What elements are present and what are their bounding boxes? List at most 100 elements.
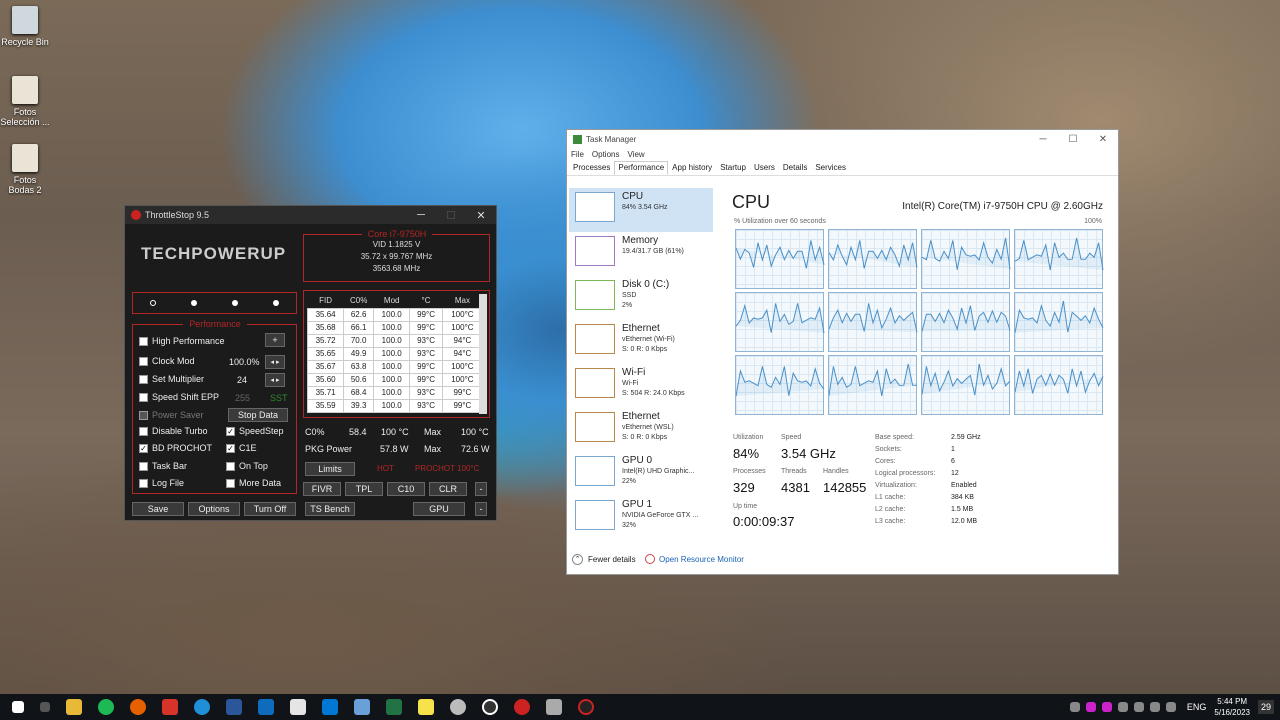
menu-file[interactable]: File: [571, 150, 584, 159]
spotify-icon[interactable]: [98, 699, 114, 715]
speedstep-checkbox[interactable]: ✓ SpeedStep: [226, 426, 284, 436]
language-indicator[interactable]: ENG: [1187, 702, 1207, 712]
profile-radio-4[interactable]: [272, 300, 279, 306]
tab-services[interactable]: Services: [811, 161, 850, 175]
edge-icon[interactable]: [194, 699, 210, 715]
table-scrollbar[interactable]: [479, 294, 487, 414]
profile-radio-1[interactable]: [150, 300, 157, 306]
minimize-icon[interactable]: ─: [406, 209, 436, 222]
bd-prochot-checkbox[interactable]: ✓ BD PROCHOT: [139, 443, 212, 453]
fivr-button[interactable]: FIVR: [303, 482, 341, 496]
fotos-bodas-icon[interactable]: Fotos Bodas 2: [0, 144, 50, 195]
vivaldi-icon[interactable]: [162, 699, 178, 715]
windows-start-icon[interactable]: [12, 701, 24, 713]
gpu-button[interactable]: GPU: [413, 502, 465, 516]
multiplier-spinner[interactable]: ◂ ▸: [265, 373, 285, 387]
turn-off-button[interactable]: Turn Off: [244, 502, 296, 516]
tray-icon[interactable]: [1069, 702, 1080, 712]
task-view-icon[interactable]: [40, 702, 50, 712]
plus-button[interactable]: +: [265, 333, 285, 347]
wifi-icon[interactable]: [1133, 702, 1144, 712]
fotos-seleccion-icon[interactable]: Fotos Selección ...: [0, 76, 50, 127]
task-bar-checkbox[interactable]: Task Bar: [139, 461, 187, 471]
clock-mod-spinner[interactable]: ◂ ▸: [265, 355, 285, 369]
profile-radio-3[interactable]: [231, 300, 238, 306]
stop-data-button[interactable]: Stop Data: [228, 408, 288, 422]
close-icon[interactable]: ✕: [466, 209, 496, 222]
tab-details[interactable]: Details: [779, 161, 811, 175]
battery-icon[interactable]: [1165, 702, 1176, 712]
clr-button[interactable]: CLR: [429, 482, 467, 496]
speed-shift-checkbox[interactable]: Speed Shift EPP: [139, 392, 219, 402]
settings-gear-icon[interactable]: [450, 699, 466, 715]
resource-monitor-taskbar-icon[interactable]: [578, 699, 594, 715]
sticky-notes-icon[interactable]: [418, 699, 434, 715]
throttlestop-titlebar[interactable]: ThrottleStop 9.5 ─ ☐ ✕: [125, 206, 496, 224]
set-multiplier-checkbox[interactable]: Set Multiplier: [139, 374, 204, 384]
task-manager-taskbar-icon[interactable]: [546, 699, 562, 715]
store-icon[interactable]: [290, 699, 306, 715]
on-top-checkbox[interactable]: On Top: [226, 461, 268, 471]
tab-performance[interactable]: Performance: [614, 161, 669, 175]
limits-button[interactable]: Limits: [305, 462, 355, 476]
firefox-icon[interactable]: [130, 699, 146, 715]
clock-mod-checkbox[interactable]: Clock Mod: [139, 356, 195, 366]
tab-users[interactable]: Users: [750, 161, 779, 175]
resource-thumbnail: [575, 500, 615, 530]
sidebar-item-cpu[interactable]: CPU 84% 3.54 GHz: [569, 188, 713, 232]
throttlestop-taskbar-icon[interactable]: [514, 699, 530, 715]
maximize-icon[interactable]: ☐: [1058, 134, 1088, 145]
menu-options[interactable]: Options: [592, 150, 620, 159]
collapse-button[interactable]: -: [475, 482, 487, 496]
more-data-checkbox[interactable]: More Data: [226, 478, 281, 488]
menu-view[interactable]: View: [627, 150, 644, 159]
tray-icon[interactable]: [1101, 702, 1112, 712]
notification-badge[interactable]: 29: [1257, 700, 1274, 714]
open-resource-monitor-link[interactable]: Open Resource Monitor: [645, 554, 744, 564]
tab-app-history[interactable]: App history: [668, 161, 716, 175]
log-file-checkbox[interactable]: Log File: [139, 478, 184, 488]
tpl-button[interactable]: TPL: [345, 482, 383, 496]
ts-bench-button[interactable]: TS Bench: [305, 502, 355, 516]
excel-icon[interactable]: [386, 699, 402, 715]
maximize-icon[interactable]: ☐: [436, 209, 466, 222]
sidebar-sub1: NVIDIA GeForce GTX ...: [622, 512, 699, 519]
c10-button[interactable]: C10: [387, 482, 425, 496]
tab-startup[interactable]: Startup: [716, 161, 750, 175]
collapse-button-2[interactable]: -: [475, 502, 487, 516]
fewer-details-link[interactable]: ⌃ Fewer details: [572, 554, 636, 565]
sidebar-item-wi-fi[interactable]: Wi-Fi Wi-Fi S: 504 R: 24.0 Kbps: [569, 364, 713, 408]
word-icon[interactable]: [226, 699, 242, 715]
task-manager-titlebar[interactable]: Task Manager ─ ☐ ✕: [567, 130, 1118, 148]
close-icon[interactable]: ✕: [1088, 134, 1118, 145]
options-button[interactable]: Options: [188, 502, 240, 516]
tray-icon[interactable]: [1085, 702, 1096, 712]
option-label: Clock Mod: [152, 356, 195, 366]
sidebar-item-gpu-1[interactable]: GPU 1 NVIDIA GeForce GTX ... 32%: [569, 496, 713, 540]
table-cell: 35.67: [306, 359, 345, 374]
power-saver-checkbox[interactable]: Power Saver: [139, 410, 204, 420]
sidebar-item-gpu-0[interactable]: GPU 0 Intel(R) UHD Graphic... 22%: [569, 452, 713, 496]
recycle-bin-icon[interactable]: Recycle Bin: [0, 6, 50, 47]
vscode-icon[interactable]: [322, 699, 338, 715]
file-explorer-icon[interactable]: [66, 699, 82, 715]
tab-processes[interactable]: Processes: [569, 161, 614, 175]
c1e-checkbox[interactable]: ✓ C1E: [226, 443, 257, 453]
sidebar-item-ethernet[interactable]: Ethernet vEthernet (WSL) S: 0 R: 0 Kbps: [569, 408, 713, 452]
tray-icon[interactable]: [1117, 702, 1128, 712]
table-cell: 35.59: [306, 398, 345, 413]
clock[interactable]: 5:44 PM 5/16/2023: [1214, 696, 1250, 718]
profile-radio-2[interactable]: [191, 300, 198, 306]
table-cell: 93°C: [409, 333, 443, 348]
high-performance-checkbox[interactable]: High Performance: [139, 336, 225, 346]
hwinfo-icon[interactable]: [482, 699, 498, 715]
outlook-icon[interactable]: [258, 699, 274, 715]
minimize-icon[interactable]: ─: [1028, 134, 1058, 145]
disable-turbo-checkbox[interactable]: Disable Turbo: [139, 426, 208, 436]
volume-icon[interactable]: [1149, 702, 1160, 712]
sidebar-item-memory[interactable]: Memory 19.4/31.7 GB (61%): [569, 232, 713, 276]
save-button[interactable]: Save: [132, 502, 184, 516]
sidebar-item-ethernet[interactable]: Ethernet vEthernet (Wi-Fi) S: 0 R: 0 Kbps: [569, 320, 713, 364]
mail-icon[interactable]: [354, 699, 370, 715]
sidebar-item-disk-0-c-[interactable]: Disk 0 (C:) SSD 2%: [569, 276, 713, 320]
